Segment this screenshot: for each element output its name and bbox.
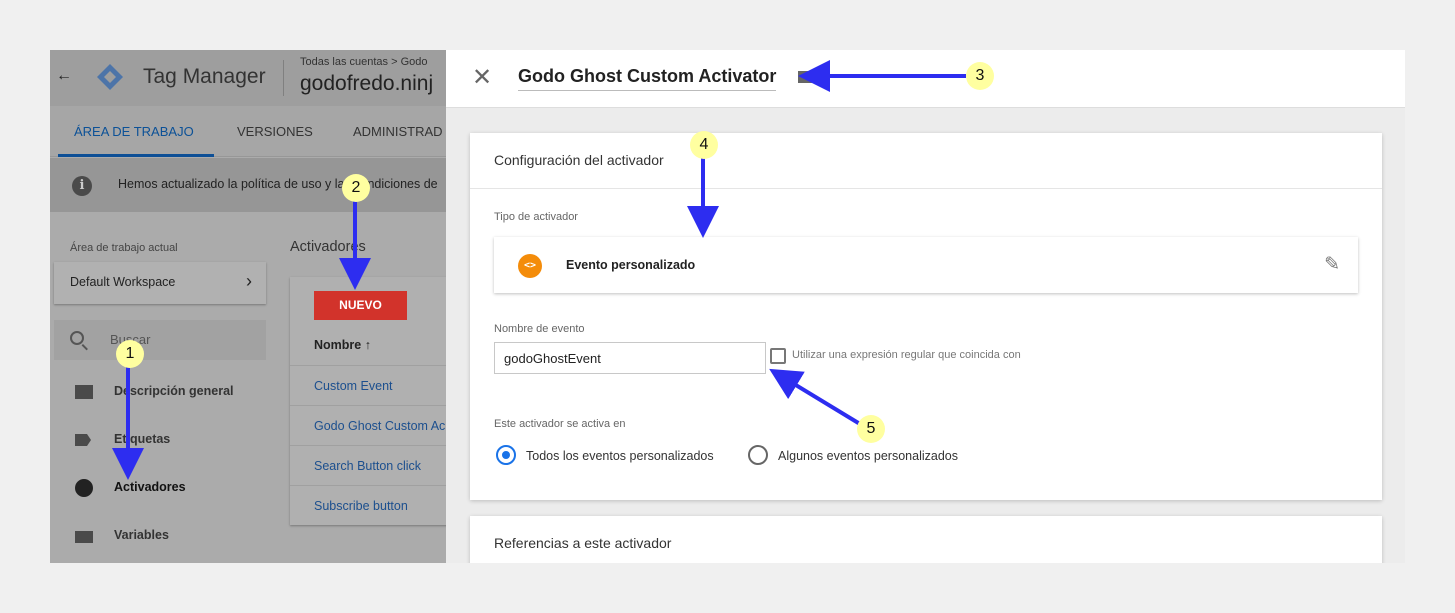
sidebar-item-label: Activadores: [114, 480, 186, 494]
notice-text: Hemos actualizado la política de uso y l…: [118, 177, 438, 191]
sidebar-item-overview[interactable]: Descripción general: [50, 374, 280, 410]
divider: [470, 188, 1382, 189]
sidebar-item-label: Descripción general: [114, 384, 234, 398]
trigger-link[interactable]: Godo Ghost Custom Ac: [314, 419, 445, 433]
workspace-name: Default Workspace: [70, 275, 176, 289]
trigger-type-selector[interactable]: <> Evento personalizado ✎: [494, 237, 1358, 293]
references-card: Referencias a este activador: [470, 516, 1382, 563]
search-input[interactable]: Buscar: [54, 320, 266, 360]
trigger-type-label: Tipo de activador: [494, 211, 578, 223]
annotation-badge-5: 5: [857, 415, 885, 443]
tag-manager-logo-icon: [97, 64, 123, 90]
tag-icon: [75, 434, 91, 446]
event-name-label: Nombre de evento: [494, 323, 585, 335]
trigger-type-name: Evento personalizado: [566, 258, 696, 272]
panel-header: ✕ Godo Ghost Custom Activator: [446, 50, 1405, 108]
table-row[interactable]: Custom Event: [290, 365, 446, 405]
active-tab-indicator: [58, 154, 214, 157]
regex-label: Utilizar una expresión regular que coinc…: [792, 349, 1021, 361]
triggers-list: NUEVO Nombre ↑ Custom Event Godo Ghost C…: [290, 277, 446, 525]
triggers-heading: Activadores: [290, 239, 366, 255]
sidebar-item-triggers[interactable]: Activadores: [50, 470, 280, 506]
config-title: Configuración del activador: [494, 152, 664, 168]
info-icon: i: [72, 176, 92, 196]
tab-workspace[interactable]: ÁREA DE TRABAJO: [74, 124, 194, 139]
close-icon[interactable]: ✕: [472, 63, 492, 92]
trigger-name-input[interactable]: Godo Ghost Custom Activator: [518, 66, 777, 91]
references-title: Referencias a este activador: [494, 535, 672, 551]
trigger-link[interactable]: Custom Event: [314, 379, 393, 393]
radio-some-events[interactable]: [748, 445, 768, 465]
gtm-workspace: ← Tag Manager Todas las cuentas > Godo g…: [50, 50, 446, 563]
trigger-link[interactable]: Search Button click: [314, 459, 421, 473]
annotation-badge-1: 1: [116, 340, 144, 368]
trigger-icon: [75, 479, 93, 497]
annotation-badge-3: 3: [966, 62, 994, 90]
radio-all-events[interactable]: [496, 445, 516, 465]
policy-notice: i Hemos actualizado la política de uso y…: [50, 158, 446, 212]
back-arrow-icon[interactable]: ←: [56, 67, 72, 85]
overview-icon: [75, 385, 93, 399]
variables-icon: [75, 531, 93, 543]
divider: [283, 60, 284, 96]
screenshot-frame: ← Tag Manager Todas las cuentas > Godo g…: [50, 50, 1405, 563]
name-column-header[interactable]: Nombre ↑: [314, 338, 371, 352]
custom-event-icon: <>: [518, 254, 542, 278]
table-row[interactable]: Search Button click: [290, 445, 446, 485]
product-name: Tag Manager: [143, 65, 266, 88]
annotation-badge-2: 2: [342, 174, 370, 202]
event-name-field[interactable]: godoGhostEvent: [494, 342, 766, 374]
new-trigger-button[interactable]: NUEVO: [314, 291, 407, 320]
event-name-value: godoGhostEvent: [504, 351, 601, 366]
workspace-label: Área de trabajo actual: [70, 242, 178, 254]
radio-some-events-label: Algunos eventos personalizados: [778, 449, 958, 463]
search-icon: [70, 331, 84, 345]
table-row[interactable]: Godo Ghost Custom Ac: [290, 405, 446, 445]
top-bar: ← Tag Manager Todas las cuentas > Godo g…: [50, 50, 446, 106]
trigger-link[interactable]: Subscribe button: [314, 499, 408, 513]
breadcrumb[interactable]: Todas las cuentas > Godo: [300, 56, 428, 68]
folder-icon[interactable]: [798, 71, 814, 83]
trigger-editor-panel: ✕ Godo Ghost Custom Activator Configurac…: [446, 50, 1405, 563]
sidebar-item-label: Etiquetas: [114, 432, 171, 446]
trigger-configuration-card: Configuración del activador Tipo de acti…: [470, 133, 1382, 500]
container-name[interactable]: godofredo.ninj: [300, 72, 433, 96]
sidebar-item-variables[interactable]: Variables: [50, 518, 280, 554]
tab-versions[interactable]: VERSIONES: [237, 124, 313, 139]
table-row[interactable]: Subscribe button: [290, 485, 446, 525]
sidebar-item-tags[interactable]: Etiquetas: [50, 422, 280, 458]
sidebar-item-label: Variables: [114, 528, 169, 542]
regex-checkbox[interactable]: [770, 348, 786, 364]
radio-all-events-label: Todos los eventos personalizados: [526, 449, 714, 463]
workspace-selector[interactable]: Default Workspace ›: [54, 262, 266, 304]
pencil-icon[interactable]: ✎: [1324, 253, 1340, 276]
tab-bar: ÁREA DE TRABAJO VERSIONES ADMINISTRAD: [50, 106, 446, 157]
tab-admin[interactable]: ADMINISTRAD: [353, 124, 443, 139]
annotation-badge-4: 4: [690, 131, 718, 159]
chevron-right-icon: ›: [246, 271, 252, 291]
fires-on-label: Este activador se activa en: [494, 418, 626, 430]
